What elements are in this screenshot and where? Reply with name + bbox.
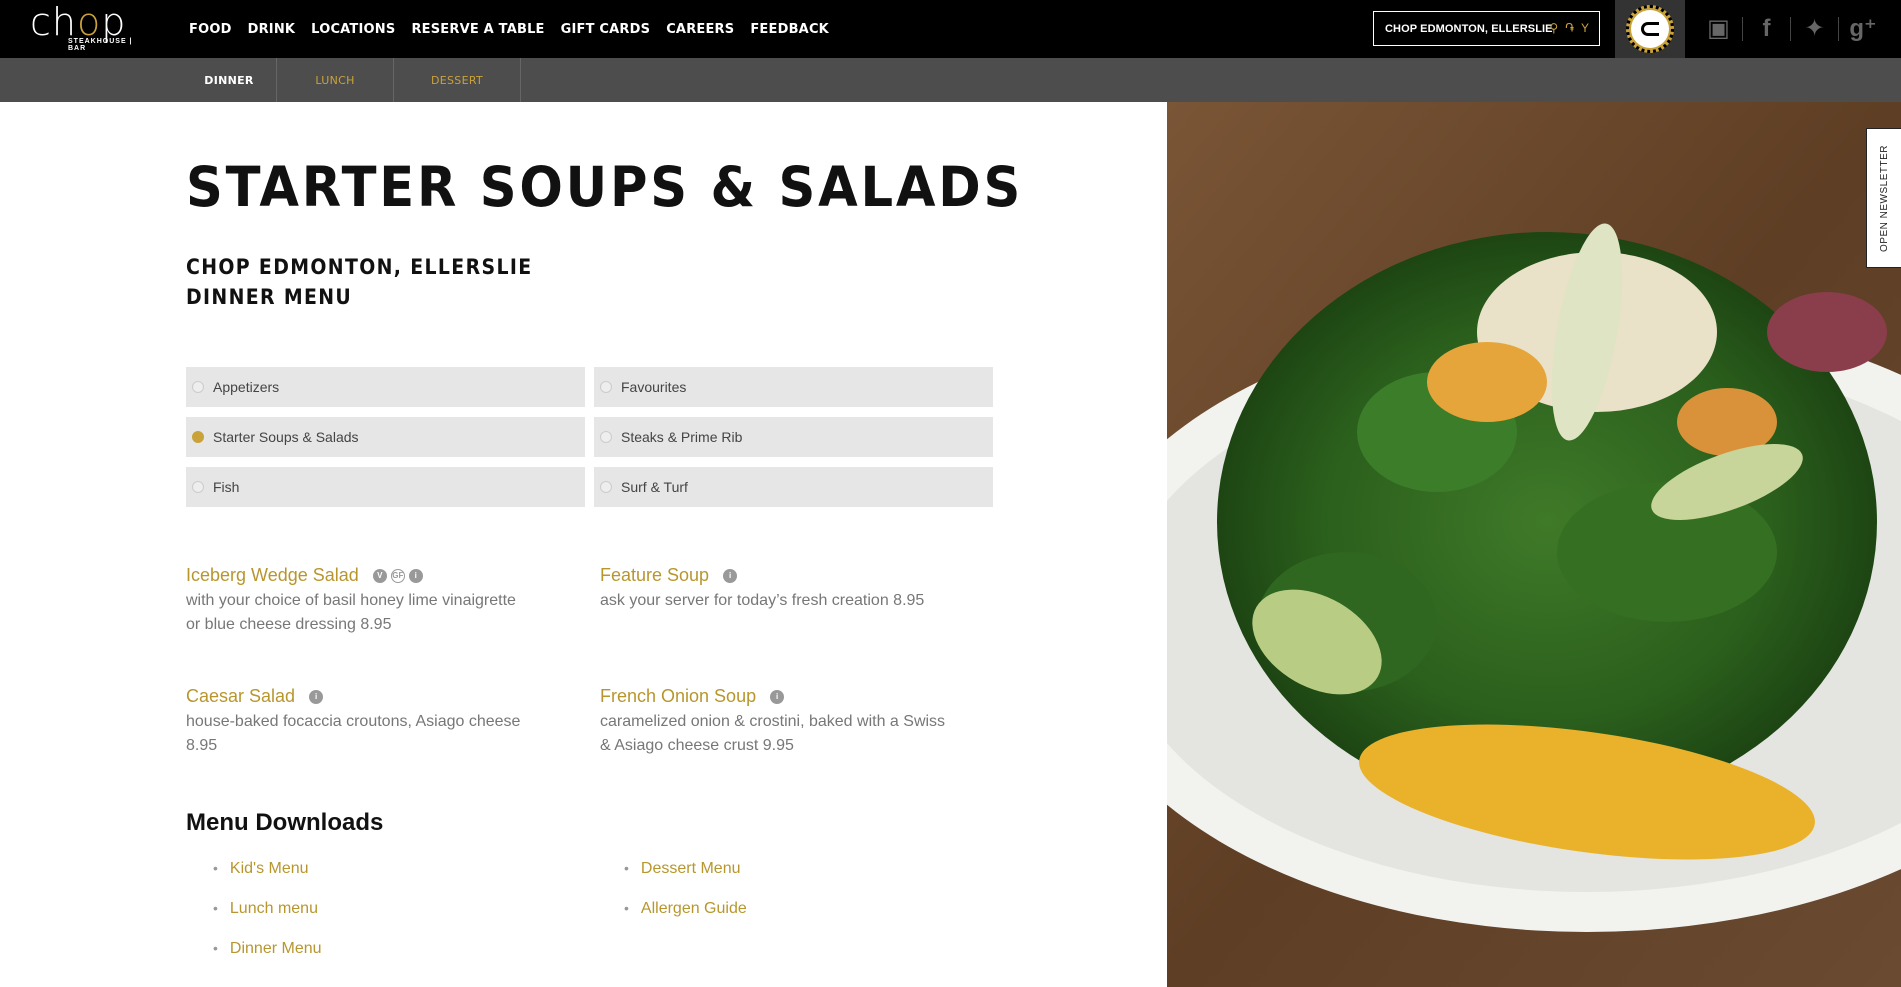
- main-nav: FOOD DRINK LOCATIONS RESERVE A TABLE GIF…: [189, 0, 845, 58]
- top-navigation-bar: chop STEAKHOUSE | BAR FOOD DRINK LOCATIO…: [0, 0, 1901, 58]
- menu-item-description: with your choice of basil honey lime vin…: [186, 592, 516, 609]
- salad-photo: [1167, 102, 1901, 987]
- subtitle-menu: DINNER MENU: [186, 285, 353, 309]
- menu-item-description: caramelized onion & crostini, baked with…: [600, 713, 946, 730]
- utensils-icon: ֏: [1565, 21, 1574, 35]
- location-icons: ⚲ ֏ Y: [1549, 21, 1589, 36]
- menu-item-description: ask your server for today’s fresh creati…: [600, 592, 925, 609]
- category-label: Appetizers: [213, 379, 280, 395]
- download-kids-menu[interactable]: Kid's Menu: [213, 860, 322, 900]
- radio-icon: [600, 431, 612, 443]
- menu-item: Caesar Salad i house-baked focaccia crou…: [186, 686, 586, 758]
- menu-item-description: & Asiago cheese crust 9.95: [600, 737, 794, 754]
- open-newsletter-tab[interactable]: OPEN NEWSLETTER: [1866, 128, 1901, 268]
- category-starter-soups-salads[interactable]: Starter Soups & Salads: [186, 417, 585, 457]
- category-favourites[interactable]: Favourites: [594, 367, 993, 407]
- menu-type-tabs: DINNER LUNCH DESSERT: [0, 58, 1901, 102]
- category-selector: Appetizers Favourites Starter Soups & Sa…: [186, 367, 993, 507]
- downloads-list-right: Dessert Menu Allergen Guide: [624, 860, 747, 940]
- vegetarian-badge-icon[interactable]: V: [372, 568, 387, 583]
- category-steaks-prime-rib[interactable]: Steaks & Prime Rib: [594, 417, 993, 457]
- page-title: STARTER SOUPS & SALADS: [186, 155, 1024, 219]
- info-icon[interactable]: i: [723, 568, 738, 583]
- nav-careers[interactable]: CAREERS: [666, 22, 734, 37]
- menu-item-description: house-baked focaccia croutons, Asiago ch…: [186, 713, 521, 730]
- nav-drink[interactable]: DRINK: [248, 22, 296, 37]
- menu-item-description: 8.95: [186, 737, 218, 754]
- category-label: Steaks & Prime Rib: [621, 429, 743, 445]
- category-label: Fish: [213, 479, 240, 495]
- menu-downloads-heading: Menu Downloads: [186, 809, 384, 836]
- cocktail-icon: Y: [1580, 21, 1589, 35]
- gluten-free-badge-icon[interactable]: GF: [390, 568, 405, 583]
- twitter-icon[interactable]: ✦: [1791, 17, 1839, 41]
- nav-locations[interactable]: LOCATIONS: [311, 22, 395, 37]
- location-selector[interactable]: CHOP EDMONTON, ELLERSLIE ⚲ ֏ Y: [1373, 11, 1600, 46]
- instagram-icon[interactable]: ▣: [1695, 17, 1743, 41]
- info-icon[interactable]: i: [309, 689, 324, 704]
- nav-feedback[interactable]: FEEDBACK: [750, 22, 829, 37]
- category-appetizers[interactable]: Appetizers: [186, 367, 585, 407]
- download-lunch-menu[interactable]: Lunch menu: [213, 900, 322, 940]
- category-surf-turf[interactable]: Surf & Turf: [594, 467, 993, 507]
- logo-tagline: STEAKHOUSE | BAR: [68, 38, 133, 52]
- chop-logo[interactable]: chop STEAKHOUSE | BAR: [30, 0, 148, 52]
- menu-item-name: Feature Soup: [600, 565, 710, 585]
- category-fish[interactable]: Fish: [186, 467, 585, 507]
- category-label: Surf & Turf: [621, 479, 688, 495]
- nav-gift-cards[interactable]: GIFT CARDS: [561, 22, 651, 37]
- chop-badge-button[interactable]: [1615, 0, 1685, 58]
- menu-item: Feature Soup i ask your server for today…: [600, 565, 1000, 613]
- download-allergen-guide[interactable]: Allergen Guide: [624, 900, 747, 940]
- tab-lunch[interactable]: LUNCH: [277, 58, 394, 102]
- download-dessert-menu[interactable]: Dessert Menu: [624, 860, 747, 900]
- menu-item-name: Iceberg Wedge Salad: [186, 565, 359, 585]
- info-icon[interactable]: i: [408, 568, 423, 583]
- category-label: Favourites: [621, 379, 687, 395]
- location-label: CHOP EDMONTON, ELLERSLIE: [1385, 22, 1553, 35]
- newsletter-label: OPEN NEWSLETTER: [1878, 144, 1890, 252]
- nav-reserve-a-table[interactable]: RESERVE A TABLE: [411, 22, 544, 37]
- salad-photo-illustration: [1167, 102, 1901, 987]
- info-icon[interactable]: i: [770, 689, 785, 704]
- google-plus-icon[interactable]: g⁺: [1839, 17, 1887, 41]
- map-pin-icon: ⚲: [1549, 21, 1559, 35]
- category-label: Starter Soups & Salads: [213, 429, 359, 445]
- radio-icon: [192, 481, 204, 493]
- menu-item-description: or blue cheese dressing 8.95: [186, 616, 392, 633]
- nav-food[interactable]: FOOD: [189, 22, 232, 37]
- radio-icon: [192, 381, 204, 393]
- radio-icon: [600, 481, 612, 493]
- menu-item-name: Caesar Salad: [186, 686, 296, 706]
- tab-dessert[interactable]: DESSERT: [394, 58, 521, 102]
- radio-icon: [600, 381, 612, 393]
- menu-item: Iceberg Wedge Salad V GF i with your cho…: [186, 565, 586, 637]
- chop-c-icon: [1631, 10, 1669, 48]
- download-dinner-menu[interactable]: Dinner Menu: [213, 940, 322, 980]
- menu-item-name: French Onion Soup: [600, 686, 757, 706]
- downloads-list-left: Kid's Menu Lunch menu Dinner Menu: [213, 860, 322, 980]
- social-links: ▣ f ✦ g⁺: [1695, 0, 1887, 58]
- subtitle-location: CHOP EDMONTON, ELLERSLIE: [186, 255, 533, 279]
- radio-selected-icon: [192, 431, 204, 443]
- tab-dinner[interactable]: DINNER: [182, 58, 277, 102]
- facebook-icon[interactable]: f: [1743, 17, 1791, 41]
- page-subtitle: CHOP EDMONTON, ELLERSLIE DINNER MENU: [186, 252, 532, 312]
- chop-badge-ring: [1626, 5, 1674, 53]
- menu-item: French Onion Soup i caramelized onion & …: [600, 686, 1000, 758]
